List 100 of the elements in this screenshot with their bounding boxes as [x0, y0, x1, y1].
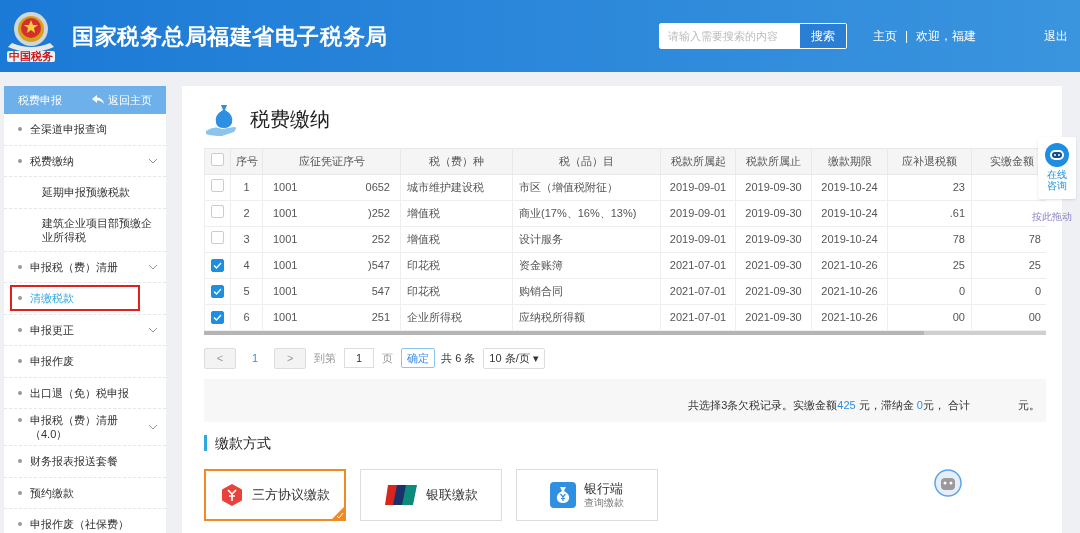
table-cell: 资金账簿 — [512, 252, 661, 279]
table-cell: 78 — [887, 226, 972, 253]
table-cell-text: 1001 — [273, 180, 298, 196]
table-cell: 2019-10-24 — [811, 226, 888, 253]
column-header: 税（费）种 — [429, 155, 484, 168]
table-cell-text: 1001 — [273, 258, 298, 274]
table-cell: 78 — [1028, 233, 1041, 246]
table-cell: 00 — [1028, 311, 1041, 324]
column-header: 税（品）目 — [559, 155, 614, 168]
table-cell: 城市维护建设税 — [400, 174, 513, 201]
table-cell: 2021-10-26 — [811, 304, 888, 331]
sidebar-subitem[interactable]: 建筑企业项目部预缴企业所得税 — [42, 215, 160, 244]
checkbox[interactable] — [211, 311, 224, 325]
selected-corner-icon — [332, 507, 344, 519]
table-cell-text: 251 — [371, 310, 390, 326]
cube-icon — [220, 483, 244, 507]
robot-avatar-icon — [934, 469, 962, 497]
table-cell: 2021-09-30 — [735, 252, 812, 279]
table-cell: 2021-10-26 — [811, 278, 888, 305]
checkbox[interactable] — [211, 178, 224, 192]
sidebar-item[interactable]: 申报税（费）清册（4.0） — [18, 413, 144, 441]
table-cell: 2019-09-01 — [660, 174, 736, 201]
goto-label: 到第 — [314, 350, 337, 366]
table-cell: 3 — [230, 226, 263, 253]
checkbox[interactable] — [211, 230, 224, 244]
table-cell: 1 — [230, 174, 263, 201]
checkbox[interactable] — [211, 259, 224, 273]
checkbox[interactable] — [211, 285, 224, 299]
page-number[interactable]: 1 — [244, 349, 267, 367]
table-cell-text: 1001 — [273, 206, 298, 222]
sidebar-item[interactable]: 全渠道申报查询 — [18, 122, 144, 137]
table-cell: 商业(17%、16%、13%) — [512, 200, 661, 227]
confirm-button[interactable]: 确定 — [401, 348, 436, 368]
table-cell-text: )252 — [367, 206, 390, 222]
table-cell: 2 — [230, 200, 263, 227]
nav-separator: | — [904, 28, 908, 45]
sidebar-title: 税费申报 — [18, 92, 62, 108]
site-title: 国家税务总局福建省电子税务局 — [72, 22, 388, 51]
table-cell: 印花税 — [400, 278, 513, 305]
sidebar-item[interactable]: 出口退（免）税申报 — [18, 385, 144, 400]
table-cell: 2021-07-01 — [660, 252, 736, 279]
payment-method-card[interactable]: 银行端 查询缴款 — [516, 469, 658, 521]
checkbox[interactable] — [211, 204, 224, 218]
table-cell: 市区（增值税附征） — [512, 174, 661, 201]
summary-text: 共选择3条欠税记录。实缴金额425 元，滞纳金 0元， 合计 元。 — [688, 397, 1040, 413]
section-title: 缴款方式 — [215, 433, 271, 453]
table-cell: 5 — [230, 278, 263, 305]
table-cell: 0 — [887, 278, 972, 305]
money-bag-icon — [550, 482, 576, 508]
sidebar-item[interactable]: 财务报表报送套餐 — [18, 454, 144, 469]
table-cell: 00 — [887, 304, 972, 331]
sidebar-item[interactable]: 申报作废 — [18, 354, 144, 369]
table-cell: 增值税 — [400, 200, 513, 227]
sidebar-item[interactable]: 税费缴纳 — [18, 153, 144, 168]
table-cell-text: 1001 — [273, 284, 298, 300]
table-cell: 2021-10-26 — [811, 252, 888, 279]
table-cell: 2021-09-30 — [735, 304, 812, 331]
table-cell: 购销合同 — [512, 278, 661, 305]
table-cell-text: 1001 — [273, 310, 298, 326]
checkbox[interactable] — [211, 152, 224, 166]
page-input[interactable]: 1 — [344, 348, 375, 368]
column-header: 应补退税额 — [902, 155, 957, 168]
table-cell: 2019-09-30 — [735, 174, 812, 201]
table-cell: 4 — [230, 252, 263, 279]
sidebar-item[interactable]: 申报税（费）清册 — [18, 259, 144, 274]
payment-method-card[interactable]: 银联缴款 — [360, 469, 502, 521]
table-cell: 2021-07-01 — [660, 278, 736, 305]
column-header: 税款所属止 — [746, 155, 801, 168]
column-header: 应征凭证序号 — [298, 155, 365, 168]
page-title: 税费缴纳 — [250, 107, 330, 132]
table-cell: 2019-09-01 — [660, 226, 736, 253]
column-header: 缴款期限 — [827, 155, 872, 168]
table-cell-text: )547 — [367, 258, 390, 274]
page-unit-label: 页 — [382, 350, 394, 366]
card-logo-icon — [384, 484, 418, 506]
table-cell: 2021-09-30 — [735, 278, 812, 305]
logo-caption: 中国税务 — [7, 50, 55, 62]
table-cell: 应纳税所得额 — [512, 304, 661, 331]
table-cell: 2019-10-24 — [811, 174, 888, 201]
table-cell: .61 — [887, 200, 972, 227]
back-arrow-icon — [92, 95, 104, 105]
table-cell: 25 — [887, 252, 972, 279]
page-size-select[interactable]: 10 条/页 ▾ — [483, 347, 545, 369]
table-cell: 0 — [1034, 285, 1041, 298]
sidebar-item[interactable]: 申报作废（社保费） — [18, 517, 144, 532]
table-cell: 印花税 — [400, 252, 513, 279]
sidebar-subitem[interactable]: 延期申报预缴税款 — [42, 185, 130, 200]
table-cell: 2019-09-30 — [735, 200, 812, 227]
sidebar-item[interactable]: 申报更正 — [18, 322, 144, 337]
table-cell-text: 1001 — [273, 232, 298, 248]
table-cell: 企业所得税 — [400, 304, 513, 331]
table-cell: 2021-07-01 — [660, 304, 736, 331]
drag-hint: 按此拖动 — [1032, 210, 1072, 224]
chat-robot-icon — [1044, 142, 1070, 168]
table-cell: 25 — [1028, 259, 1041, 272]
table-cell: 2019-10-24 — [811, 200, 888, 227]
payment-method-card[interactable]: 三方协议缴款 — [204, 469, 346, 521]
column-header: 序号 — [235, 155, 258, 168]
chat-widget[interactable]: 在线咨询 — [1038, 137, 1076, 199]
sidebar-item[interactable]: 预约缴款 — [18, 485, 144, 500]
